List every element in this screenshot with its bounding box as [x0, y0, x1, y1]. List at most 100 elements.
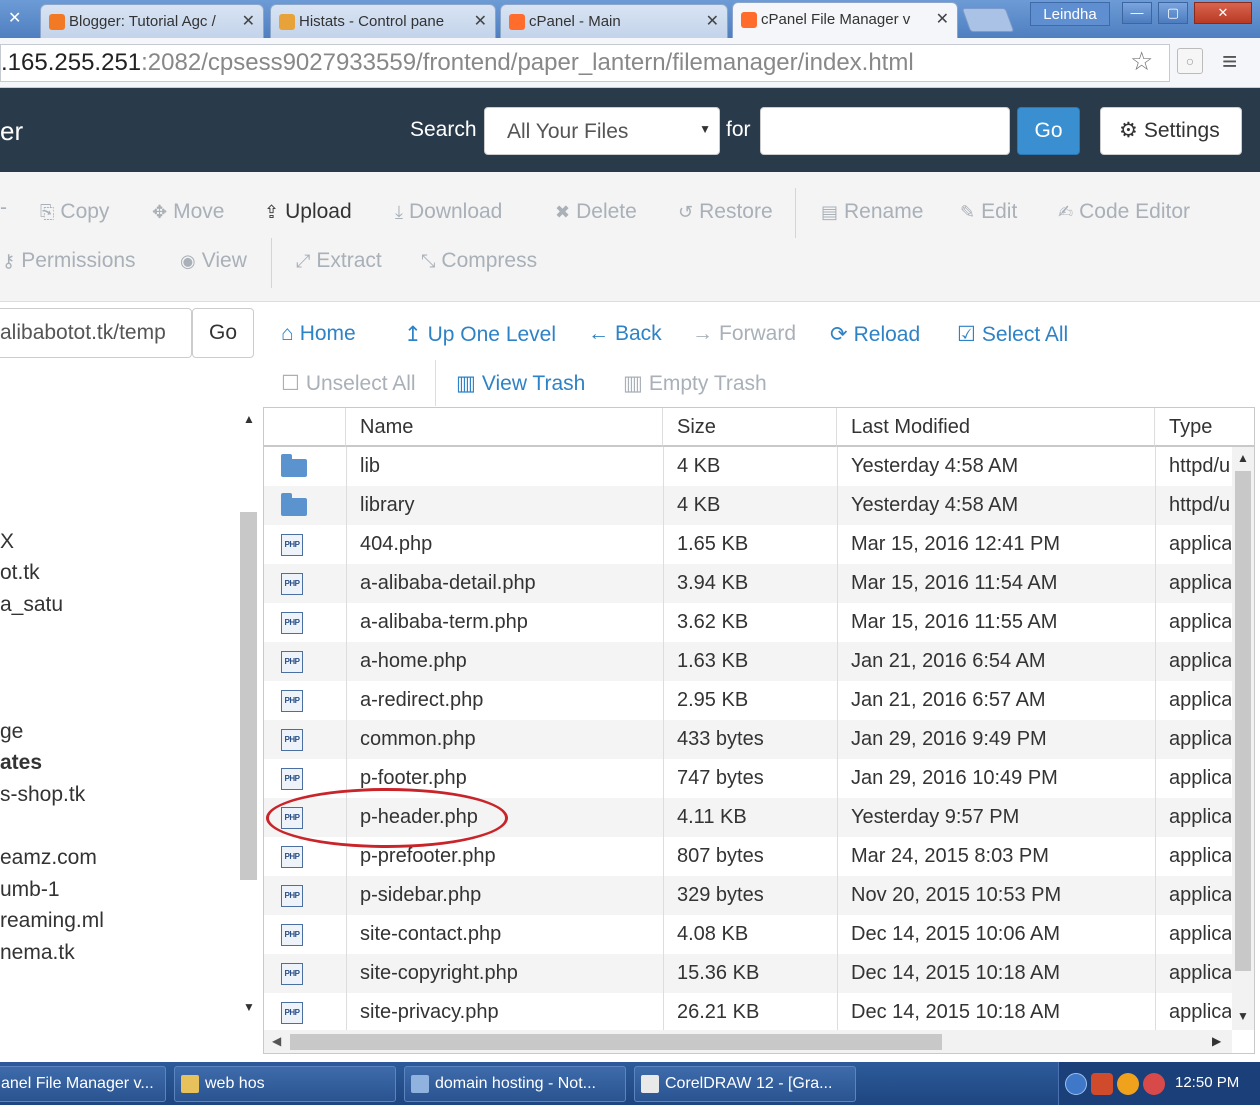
search-input[interactable] — [760, 107, 1010, 155]
last-modified-column-header[interactable]: Last Modified — [837, 408, 1155, 447]
file-list-horizontal-scrollbar[interactable]: ◀ ▶ — [264, 1030, 1232, 1053]
extract-button[interactable]: ⤢ Extract — [296, 249, 382, 273]
tree-item[interactable]: nema.tk — [0, 941, 75, 965]
file-row[interactable]: PHP p-sidebar.php 329 bytes Nov 20, 2015 10… — [264, 876, 1232, 915]
search-go-button[interactable]: Go — [1017, 107, 1080, 155]
scroll-up-arrow-icon[interactable]: ▲ — [1237, 451, 1249, 465]
file-list-hscroll-thumb[interactable] — [290, 1034, 942, 1050]
path-go-button[interactable]: Go — [192, 308, 254, 358]
scroll-down-arrow-icon[interactable]: ▼ — [243, 1000, 255, 1014]
taskbar-item-file-manager[interactable]: anel File Manager v... — [0, 1066, 166, 1102]
edit-button[interactable]: ✎ Edit — [960, 200, 1017, 224]
file-size: 3.94 KB — [677, 572, 749, 594]
maximize-button[interactable]: ▢ — [1158, 2, 1188, 24]
file-row[interactable]: lib 4 KB Yesterday 4:58 AM httpd/u — [264, 447, 1232, 486]
code-editor-icon: ✍ — [1058, 202, 1074, 222]
tab-cpanel-file-manager[interactable]: cPanel File Manager v ✕ — [732, 2, 958, 38]
view-trash-button[interactable]: ▥ View Trash — [456, 371, 585, 396]
tray-expand-icon[interactable] — [1065, 1073, 1087, 1095]
tab-close-icon[interactable]: ✕ — [474, 11, 487, 31]
file-list-scroll-thumb[interactable] — [1235, 471, 1251, 971]
taskbar-item-coreldraw[interactable]: CorelDRAW 12 - [Gra... — [634, 1066, 856, 1102]
copy-button[interactable]: ⎘ Copy — [40, 200, 109, 224]
taskbar-item-notepad[interactable]: domain hosting - Not... — [404, 1066, 626, 1102]
tree-item[interactable]: s-shop.tk — [0, 783, 85, 807]
scroll-right-arrow-icon[interactable]: ▶ — [1212, 1034, 1221, 1048]
search-scope-select[interactable]: All Your Files ▼ — [484, 107, 720, 155]
delete-button[interactable]: ✖ Delete — [555, 200, 637, 224]
back-button[interactable]: ← Back — [588, 322, 662, 346]
rename-button[interactable]: ▤ Rename — [821, 200, 923, 224]
close-icon[interactable]: ✕ — [8, 8, 21, 28]
close-window-button[interactable]: ✕ — [1194, 2, 1252, 24]
tree-item-current[interactable]: ates — [0, 751, 42, 775]
restore-button[interactable]: ↺ Restore — [678, 200, 773, 224]
tree-item[interactable]: X — [0, 530, 14, 554]
download-button[interactable]: ⤓ Download — [395, 200, 502, 224]
browser-menu-icon[interactable]: ≡ — [1222, 46, 1237, 77]
file-row[interactable]: PHP a-alibaba-detail.php 3.94 KB Mar 15, 20… — [264, 564, 1232, 603]
update-icon[interactable] — [1117, 1073, 1139, 1095]
profile-button[interactable]: Leindha — [1030, 2, 1110, 26]
restore-label: Restore — [699, 200, 773, 223]
view-label: View — [201, 249, 247, 272]
edit-icon: ✎ — [960, 202, 976, 222]
antivirus-shield-icon[interactable] — [1091, 1073, 1113, 1095]
bookmark-star-icon[interactable]: ☆ — [1130, 46, 1153, 77]
empty-trash-button[interactable]: ▥ Empty Trash — [623, 371, 767, 396]
select-all-button[interactable]: ☑ Select All — [957, 322, 1068, 347]
tree-item[interactable]: eamz.com — [0, 846, 97, 870]
compress-button[interactable]: ⤡ Compress — [421, 249, 537, 273]
permissions-button[interactable]: ⚷ Permissions — [2, 249, 136, 273]
extension-icon[interactable]: ○ — [1177, 48, 1203, 74]
type-column-header[interactable]: Type — [1155, 408, 1254, 447]
file-row[interactable]: PHP site-copyright.php 15.36 KB Dec 14, 201… — [264, 954, 1232, 993]
unselect-all-button[interactable]: ☐ Unselect All — [281, 371, 416, 396]
name-column-header[interactable]: Name — [346, 408, 663, 447]
security-icon[interactable] — [1143, 1073, 1165, 1095]
url-field[interactable]: .165.255.251:2082/cpsess9027933559/front… — [0, 44, 1170, 82]
scroll-left-arrow-icon[interactable]: ◀ — [272, 1034, 281, 1048]
scroll-down-arrow-icon[interactable]: ▼ — [1237, 1009, 1249, 1023]
file-list-vertical-scrollbar[interactable]: ▲ ▼ — [1232, 447, 1254, 1030]
tree-item[interactable]: a_satu — [0, 593, 63, 617]
path-input[interactable]: alibabotot.tk/temp — [0, 308, 192, 358]
file-row[interactable]: PHP site-privacy.php 26.21 KB Dec 14, 2015 … — [264, 993, 1232, 1030]
tree-item[interactable]: reaming.ml — [0, 909, 104, 933]
tree-item[interactable]: umb-1 — [0, 878, 60, 902]
forward-button[interactable]: → Forward — [692, 322, 796, 346]
file-type: httpd/u — [1169, 494, 1231, 516]
tab-close-icon[interactable]: ✕ — [242, 11, 255, 31]
tree-scrollbar[interactable]: ▲ ▼ — [238, 408, 260, 1020]
upload-button[interactable]: ⇪ Upload — [264, 200, 352, 224]
new-tab-button[interactable] — [961, 8, 1015, 32]
file-row[interactable]: PHP 404.php 1.65 KB Mar 15, 2016 12:41 PM ap… — [264, 525, 1232, 564]
tab-close-icon[interactable]: ✕ — [706, 11, 719, 31]
minimize-button[interactable]: — — [1122, 2, 1152, 24]
tree-scroll-thumb[interactable] — [240, 512, 257, 880]
taskbar-item-web-hos[interactable]: web hos — [174, 1066, 396, 1102]
tab-blogger[interactable]: Blogger: Tutorial Agc / ✕ — [40, 4, 264, 38]
size-column-header[interactable]: Size — [663, 408, 837, 447]
file-row[interactable]: library 4 KB Yesterday 4:58 AM httpd/u — [264, 486, 1232, 525]
file-row[interactable]: PHP site-contact.php 4.08 KB Dec 14, 2015 1… — [264, 915, 1232, 954]
home-button[interactable]: ⌂ Home — [281, 322, 356, 346]
tree-item[interactable]: ge — [0, 720, 23, 744]
up-one-level-button[interactable]: ↥ Up One Level — [404, 322, 556, 347]
file-row[interactable]: PHP a-alibaba-term.php 3.62 KB Mar 15, 2016… — [264, 603, 1232, 642]
view-button[interactable]: ◉ View — [180, 249, 247, 273]
scroll-up-arrow-icon[interactable]: ▲ — [243, 412, 255, 426]
upload-icon: ⇪ — [264, 202, 280, 222]
settings-button[interactable]: ⚙ Settings — [1100, 107, 1242, 155]
code-editor-button[interactable]: ✍ Code Editor — [1058, 200, 1190, 224]
file-row[interactable]: PHP common.php 433 bytes Jan 29, 2016 9:49 … — [264, 720, 1232, 759]
file-row[interactable]: PHP a-home.php 1.63 KB Jan 21, 2016 6:54 AM… — [264, 642, 1232, 681]
file-row[interactable]: PHP a-redirect.php 2.95 KB Jan 21, 2016 6:5… — [264, 681, 1232, 720]
move-button[interactable]: ✥ Move — [152, 200, 224, 224]
taskbar-clock[interactable]: 12:50 PM — [1175, 1074, 1239, 1091]
tab-close-icon[interactable]: ✕ — [936, 9, 949, 29]
tab-histats[interactable]: Histats - Control pane ✕ — [270, 4, 496, 38]
reload-button[interactable]: ⟳ Reload — [830, 322, 920, 347]
tree-item[interactable]: ot.tk — [0, 561, 40, 585]
tab-cpanel-main[interactable]: cPanel - Main ✕ — [500, 4, 728, 38]
